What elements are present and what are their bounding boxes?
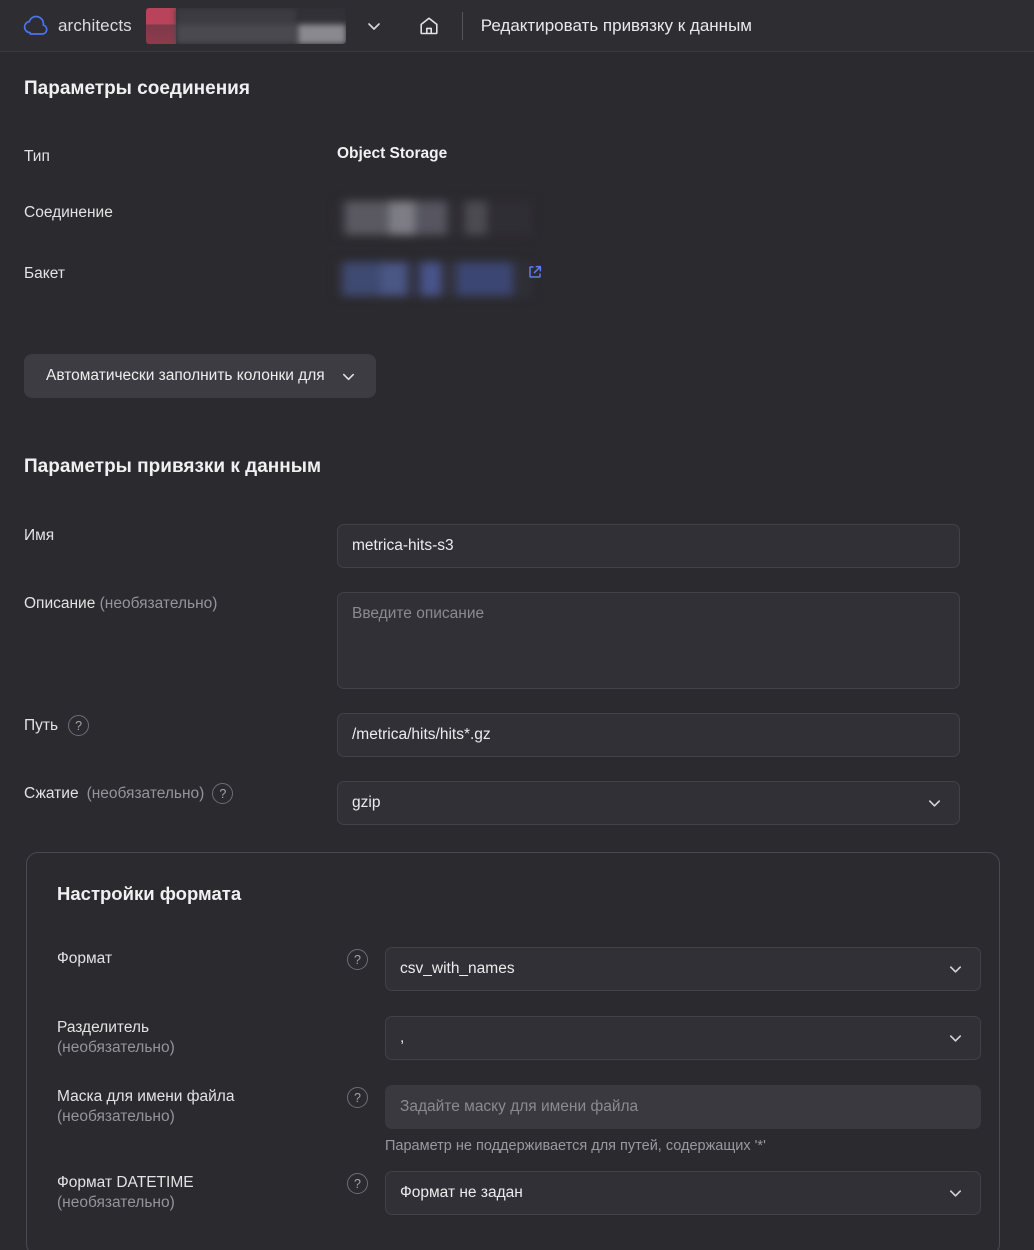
row-description-label-text: Описание xyxy=(24,595,96,613)
row-filename-mask: Маска для имени файла (необязательно) ? … xyxy=(27,1085,999,1154)
folder-name-redacted-2 xyxy=(297,7,346,44)
home-icon xyxy=(420,17,438,34)
filename-mask-hint: Параметр не поддерживается для путей, со… xyxy=(385,1138,766,1155)
row-format-label: Формат xyxy=(57,950,113,968)
row-path: Путь ? /metrica/hits/hits*.gz xyxy=(0,713,1034,758)
row-datetime-format-label-text: Формат DATETIME xyxy=(57,1174,194,1192)
help-icon[interactable]: ? xyxy=(212,783,234,805)
folder-selector-redacted[interactable] xyxy=(145,7,346,44)
format-settings-panel: Настройки формата Формат ? csv_with_name… xyxy=(26,852,1000,1250)
top-bar: architects Редактировать привязку к данн… xyxy=(0,0,1034,52)
datetime-format-select[interactable]: Формат не задан xyxy=(385,1171,981,1216)
connection-value-redacted[interactable] xyxy=(337,201,532,236)
row-description: Описание (необязательно) Введите описани… xyxy=(0,592,1034,690)
row-datetime-format-label: Формат DATETIME (необязательно) xyxy=(57,1171,347,1213)
help-icon[interactable]: ? xyxy=(347,1087,368,1109)
row-filename-mask-label-text: Маска для имени файла xyxy=(57,1088,235,1106)
help-icon[interactable]: ? xyxy=(347,949,368,971)
filename-mask-input[interactable]: Задайте маску для имени файла xyxy=(385,1085,981,1130)
connection-section-title: Параметры соединения xyxy=(24,78,250,99)
folder-dropdown-button[interactable] xyxy=(354,6,394,46)
row-type-label: Тип xyxy=(24,148,50,165)
row-compression: Сжатие (необязательно) ? gzip xyxy=(0,781,1034,826)
description-textarea[interactable]: Введите описание xyxy=(337,592,960,690)
row-type: Тип Object Storage xyxy=(0,145,1034,166)
chevron-down-icon xyxy=(367,22,380,30)
binding-section-title: Параметры привязки к данным xyxy=(24,456,322,478)
row-connection-label: Соединение xyxy=(24,204,113,222)
help-icon[interactable]: ? xyxy=(347,1173,368,1195)
row-compression-label-text: Сжатие xyxy=(24,785,79,803)
name-input[interactable]: metrica-hits-s3 xyxy=(337,524,960,569)
external-link-icon[interactable] xyxy=(527,264,543,280)
folder-name-redacted xyxy=(175,7,298,44)
row-bucket-label: Бакет xyxy=(24,265,65,283)
row-datetime-format: Формат DATETIME (необязательно) ? Формат… xyxy=(27,1171,999,1216)
folder-color-swatch xyxy=(145,7,176,44)
row-filename-mask-optional: (необязательно) xyxy=(57,1108,175,1126)
row-path-label-text: Путь xyxy=(24,717,59,735)
chevron-down-icon xyxy=(342,373,354,381)
row-compression-label: Сжатие (необязательно) ? xyxy=(24,781,337,805)
row-delimiter-label-text: Разделитель xyxy=(57,1019,150,1037)
row-name: Имя metrica-hits-s3 xyxy=(0,524,1034,569)
autofill-columns-label: Автоматически заполнить колонки для xyxy=(46,367,325,385)
row-type-value: Object Storage xyxy=(337,145,448,162)
row-connection: Соединение xyxy=(0,201,1034,236)
compression-select[interactable]: gzip xyxy=(337,781,960,826)
row-description-label: Описание (необязательно) xyxy=(24,592,337,613)
path-input[interactable]: /metrica/hits/hits*.gz xyxy=(337,713,960,758)
org-name[interactable]: architects xyxy=(58,16,132,36)
help-icon[interactable]: ? xyxy=(68,715,90,737)
row-format: Формат ? csv_with_names xyxy=(27,947,999,992)
row-path-label: Путь ? xyxy=(24,713,337,737)
delimiter-select[interactable]: , xyxy=(385,1016,981,1061)
page-content: Параметры соединения Тип Object Storage … xyxy=(0,52,1034,1250)
home-button[interactable] xyxy=(410,7,448,45)
row-delimiter: Разделитель (необязательно) , xyxy=(27,1016,999,1061)
format-select[interactable]: csv_with_names xyxy=(385,947,981,992)
page-title: Редактировать привязку к данным xyxy=(480,15,752,35)
bucket-value-redacted-link[interactable] xyxy=(337,262,532,297)
row-description-optional: (необязательно) xyxy=(99,595,218,613)
autofill-columns-button[interactable]: Автоматически заполнить колонки для xyxy=(24,354,376,399)
format-panel-title: Настройки формата xyxy=(57,883,242,905)
row-delimiter-optional: (необязательно) xyxy=(57,1039,175,1057)
cloud-icon xyxy=(23,15,48,35)
row-datetime-format-optional: (необязательно) xyxy=(57,1194,175,1212)
row-compression-optional: (необязательно) xyxy=(86,785,205,803)
row-filename-mask-label: Маска для имени файла (необязательно) xyxy=(57,1085,347,1127)
toolbar-divider xyxy=(461,11,463,40)
row-bucket: Бакет xyxy=(0,262,1034,297)
row-delimiter-label: Разделитель (необязательно) xyxy=(57,1016,347,1058)
row-name-label: Имя xyxy=(24,527,55,545)
